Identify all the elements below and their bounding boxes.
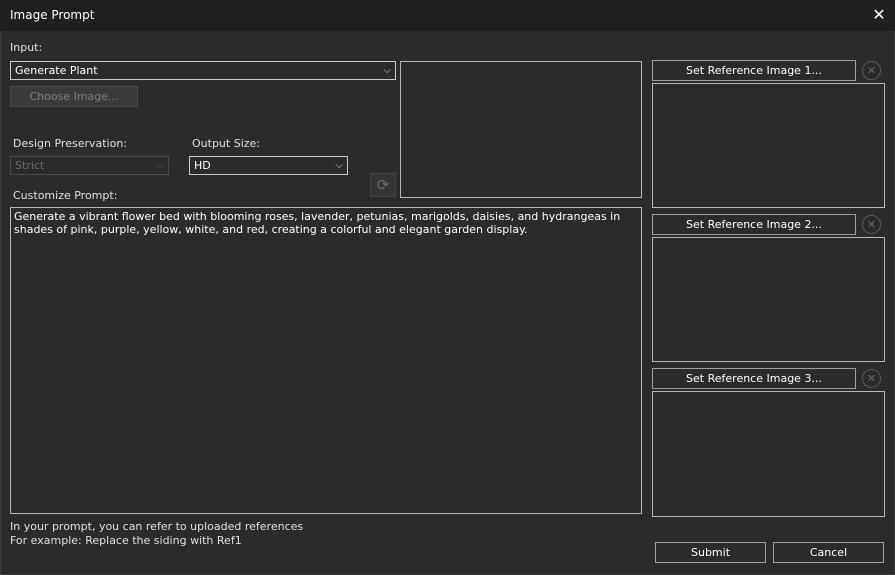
refresh-icon: ⟳ [376, 176, 390, 194]
close-window-button[interactable]: ✕ [866, 3, 892, 27]
set-reference-image-2-button[interactable]: Set Reference Image 2... [652, 214, 856, 235]
close-icon: ✕ [872, 5, 886, 24]
submit-button[interactable]: Submit [655, 542, 766, 563]
window-title: Image Prompt [10, 8, 95, 22]
reference-image-1-preview [652, 83, 885, 208]
chevron-down-icon: ⌵ [335, 160, 343, 171]
input-dropdown[interactable]: Generate Plant ⌵ [10, 61, 396, 80]
prompt-textarea[interactable]: Generate a vibrant flower bed with bloom… [10, 207, 642, 514]
reference-image-3-preview [652, 391, 885, 517]
hint-line-2: For example: Replace the siding with Ref… [10, 534, 242, 547]
remove-reference-2-button[interactable]: ✕ [862, 215, 881, 234]
set-reference-image-1-button[interactable]: Set Reference Image 1... [652, 60, 856, 81]
set-reference-image-3-button[interactable]: Set Reference Image 3... [652, 368, 856, 389]
output-size-label: Output Size: [192, 137, 260, 150]
input-image-preview [400, 61, 642, 198]
choose-image-button[interactable]: Choose Image... [10, 86, 138, 107]
remove-icon: ✕ [866, 64, 877, 77]
input-dropdown-value: Generate Plant [15, 64, 98, 77]
design-preservation-dropdown[interactable]: Strict ⌵ [10, 156, 169, 175]
input-label: Input: [10, 41, 43, 54]
remove-reference-1-button[interactable]: ✕ [862, 61, 881, 80]
design-preservation-label: Design Preservation: [13, 137, 128, 150]
title-bar [0, 0, 895, 31]
remove-reference-3-button[interactable]: ✕ [862, 369, 881, 388]
reference-image-2-preview [652, 237, 885, 362]
refresh-button[interactable]: ⟳ [370, 173, 396, 197]
hint-line-1: In your prompt, you can refer to uploade… [10, 520, 304, 533]
output-size-value: HD [194, 159, 211, 172]
remove-icon: ✕ [866, 372, 877, 385]
design-preservation-value: Strict [15, 159, 45, 172]
remove-icon: ✕ [866, 218, 877, 231]
cancel-button[interactable]: Cancel [773, 542, 884, 563]
chevron-down-icon: ⌵ [383, 65, 391, 76]
customize-prompt-label: Customize Prompt: [13, 189, 118, 202]
output-size-dropdown[interactable]: HD ⌵ [189, 156, 348, 175]
chevron-down-icon: ⌵ [156, 160, 164, 171]
